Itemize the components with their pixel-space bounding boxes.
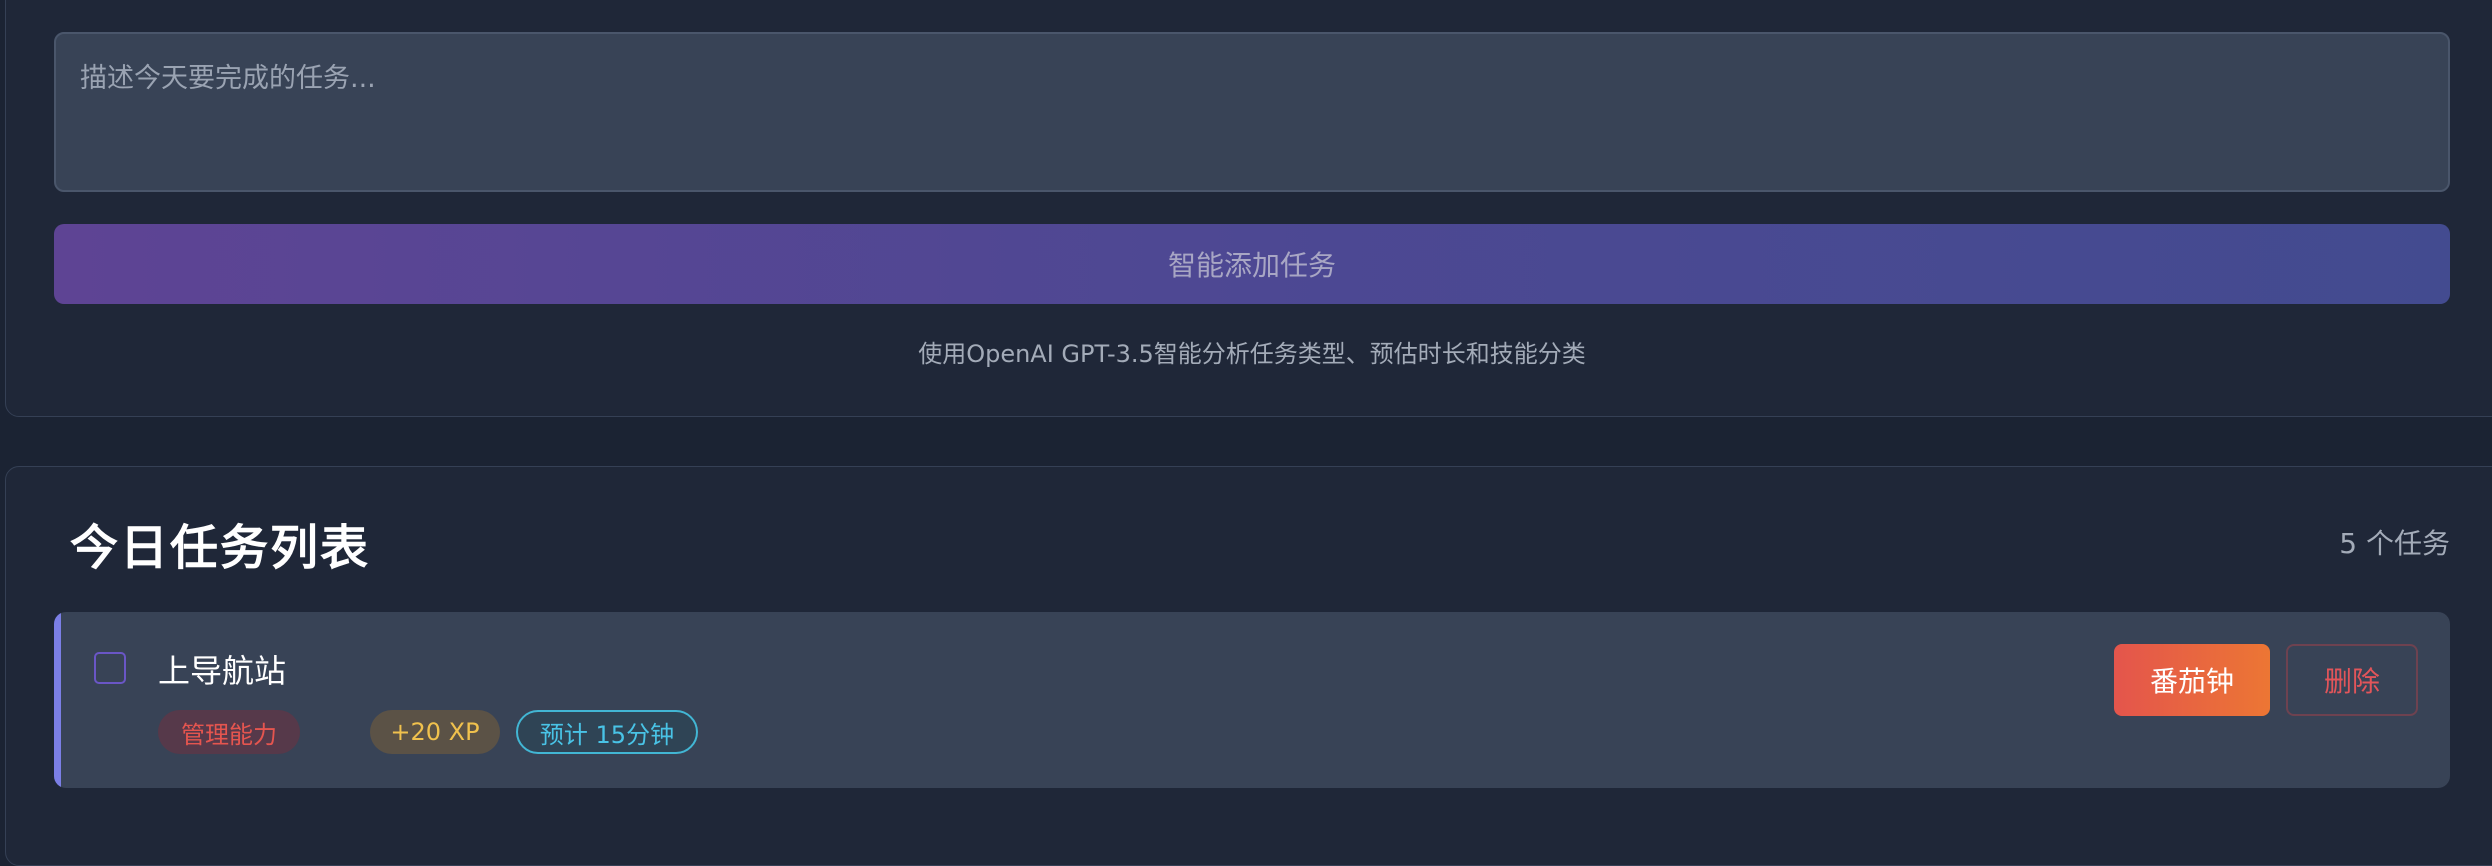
task-name: 上导航站 bbox=[158, 652, 287, 690]
smart-add-task-button[interactable]: 智能添加任务 bbox=[54, 224, 2450, 304]
pomodoro-button[interactable]: 番茄钟 bbox=[2114, 644, 2270, 716]
task-description-input[interactable] bbox=[54, 32, 2450, 192]
ai-hint-text: 使用OpenAI GPT-3.5智能分析任务类型、预估时长和技能分类 bbox=[918, 340, 1586, 368]
task-complete-checkbox[interactable] bbox=[94, 652, 126, 684]
task-count: 5 个任务 bbox=[2339, 527, 2450, 560]
task-accent-bar bbox=[54, 612, 61, 788]
skill-tag: 管理能力 bbox=[158, 710, 300, 754]
task-item: 上导航站 管理能力 +20 XP 预计 15分钟 番茄钟 删除 bbox=[54, 612, 2450, 788]
time-estimate-badge: 预计 15分钟 bbox=[516, 710, 698, 754]
delete-task-button[interactable]: 删除 bbox=[2286, 644, 2418, 716]
xp-badge: +20 XP bbox=[370, 710, 500, 754]
task-list-title: 今日任务列表 bbox=[70, 520, 371, 576]
